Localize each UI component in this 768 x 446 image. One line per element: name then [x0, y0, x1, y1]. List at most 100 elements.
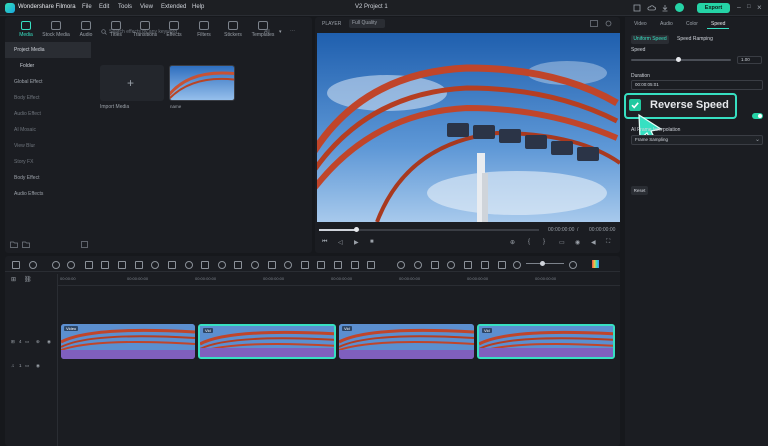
- color-icon[interactable]: [167, 260, 175, 268]
- zoom-icon[interactable]: ⊕: [510, 239, 515, 246]
- sidebar-item-audio-effects[interactable]: Audio Effects: [5, 186, 91, 202]
- link-icon[interactable]: ⛓: [24, 276, 32, 283]
- reverse-speed-checkbox[interactable]: [629, 99, 641, 111]
- collapse-icon[interactable]: [81, 241, 88, 248]
- sidebar-item-global-effect[interactable]: Global Effect: [5, 74, 91, 90]
- maximize-icon[interactable]: □: [747, 4, 751, 10]
- import-media-tile[interactable]: +: [100, 65, 164, 101]
- menu-extended[interactable]: Extended: [161, 4, 186, 10]
- zoom-out-icon[interactable]: [512, 260, 520, 268]
- close-icon[interactable]: ×: [757, 3, 762, 12]
- captions-icon[interactable]: [463, 260, 471, 268]
- tab-video[interactable]: Video: [634, 21, 647, 27]
- redo-icon[interactable]: [66, 260, 74, 268]
- render-icon[interactable]: [396, 260, 404, 268]
- save-icon[interactable]: [633, 4, 641, 12]
- avatar[interactable]: [675, 3, 684, 12]
- fullscreen-icon[interactable]: ⛶: [606, 239, 610, 246]
- camera-icon[interactable]: ◉: [575, 239, 580, 246]
- volume-icon[interactable]: ◀: [591, 239, 596, 246]
- reverse-speed-toggle[interactable]: [752, 113, 763, 119]
- scrubber-handle[interactable]: [354, 227, 359, 232]
- sidebar-item-body-effect[interactable]: Body Effect: [5, 90, 91, 106]
- speed-icon[interactable]: [150, 260, 158, 268]
- sidebar-item-view-blur[interactable]: View Blur: [5, 138, 91, 154]
- filter-dropdown[interactable]: All: [264, 29, 270, 35]
- tab-stock-media[interactable]: Stock Media: [41, 21, 71, 38]
- timeline-clip-selected[interactable]: Vid: [198, 324, 336, 359]
- audio-track-folder-icon[interactable]: ▭: [25, 363, 29, 369]
- reset-button[interactable]: Reset: [631, 186, 648, 195]
- minimize-icon[interactable]: –: [737, 4, 741, 11]
- search-bar[interactable]: Search effects by any keyword All ▾ ⋯: [96, 27, 306, 37]
- more-icon[interactable]: ⋯: [290, 28, 295, 34]
- step-back-icon[interactable]: ◁: [338, 239, 343, 246]
- mask-icon[interactable]: [250, 260, 258, 268]
- filter-icon[interactable]: ▾: [279, 29, 282, 35]
- speed-value-input[interactable]: 1.00: [737, 56, 762, 64]
- transform-icon[interactable]: [200, 260, 208, 268]
- layout-tool-icon[interactable]: [11, 260, 19, 268]
- prev-frame-icon[interactable]: ⏮: [322, 239, 327, 246]
- mic-icon[interactable]: [446, 260, 454, 268]
- timer-icon[interactable]: [184, 260, 192, 268]
- cloud-icon[interactable]: [647, 4, 656, 12]
- snapshot-icon[interactable]: [590, 20, 598, 27]
- subtab-uniform-speed[interactable]: Uniform Speed: [631, 35, 669, 44]
- text-tool-icon[interactable]: [300, 260, 308, 268]
- track-lock-icon[interactable]: ⊕: [36, 339, 40, 345]
- mark-icon[interactable]: [134, 260, 142, 268]
- zoom-in-icon[interactable]: [568, 260, 576, 268]
- stop-icon[interactable]: ■: [370, 239, 374, 245]
- add-track-icon[interactable]: ⊞: [11, 276, 16, 283]
- preview-video[interactable]: [317, 33, 620, 222]
- settings-icon[interactable]: [605, 20, 612, 27]
- menu-file[interactable]: File: [82, 4, 92, 10]
- audio-tool-icon[interactable]: [267, 260, 275, 268]
- zoom-slider-handle[interactable]: [540, 261, 545, 266]
- track-visibility-icon[interactable]: ◉: [47, 339, 51, 345]
- tab-audio-props[interactable]: Audio: [660, 21, 673, 27]
- adjust-icon[interactable]: [233, 260, 241, 268]
- subtab-speed-ramping[interactable]: Speed Ramping: [677, 36, 713, 42]
- duration-input[interactable]: 00:00:05:01: [631, 80, 763, 90]
- audio-track-mute-icon[interactable]: ◉: [36, 363, 40, 369]
- menu-tools[interactable]: Tools: [118, 4, 132, 10]
- timeline-clip[interactable]: Video: [61, 324, 195, 359]
- mark-out-icon[interactable]: }: [543, 239, 545, 245]
- menu-help[interactable]: Help: [192, 4, 204, 10]
- split-icon[interactable]: [117, 260, 125, 268]
- sidebar-item-ai-mosaic[interactable]: AI Mosaic: [5, 122, 91, 138]
- tab-speed[interactable]: Speed: [711, 21, 725, 27]
- speed-slider[interactable]: [631, 59, 731, 61]
- select-tool-icon[interactable]: [28, 260, 36, 268]
- stabilize-icon[interactable]: [217, 260, 225, 268]
- track-folder-icon[interactable]: ▭: [25, 339, 29, 345]
- menu-edit[interactable]: Edit: [99, 4, 109, 10]
- play-icon[interactable]: ▶: [354, 239, 359, 246]
- delete-icon[interactable]: [84, 260, 92, 268]
- tab-media[interactable]: Media: [11, 21, 41, 38]
- snap-icon[interactable]: [413, 260, 421, 268]
- frame-interpolation-select[interactable]: Frame Sampling: [631, 135, 763, 145]
- export-button[interactable]: Export: [697, 3, 730, 13]
- new-folder-icon[interactable]: [10, 241, 18, 248]
- sidebar-item-body-effect-group[interactable]: Body Effect: [5, 170, 91, 186]
- download-icon[interactable]: [661, 4, 669, 12]
- detach-icon[interactable]: [333, 260, 341, 268]
- shield-icon[interactable]: [430, 260, 438, 268]
- sidebar-item-audio-effect[interactable]: Audio Effect: [5, 106, 91, 122]
- insert-icon[interactable]: [497, 260, 505, 268]
- tab-color[interactable]: Color: [686, 21, 698, 27]
- menu-view[interactable]: View: [140, 4, 153, 10]
- quality-dropdown[interactable]: Full Quality: [349, 19, 385, 28]
- keyframe-icon[interactable]: [316, 260, 324, 268]
- undo-icon[interactable]: [51, 260, 59, 268]
- crop-icon[interactable]: [100, 260, 108, 268]
- sidebar-item-project-media[interactable]: Project Media: [5, 42, 91, 58]
- ai-icon[interactable]: [283, 260, 291, 268]
- mark-in-icon[interactable]: {: [528, 239, 530, 245]
- timeline-clip-selected[interactable]: Vid: [477, 324, 615, 359]
- display-icon[interactable]: ▭: [559, 239, 565, 246]
- motion-icon[interactable]: [350, 260, 358, 268]
